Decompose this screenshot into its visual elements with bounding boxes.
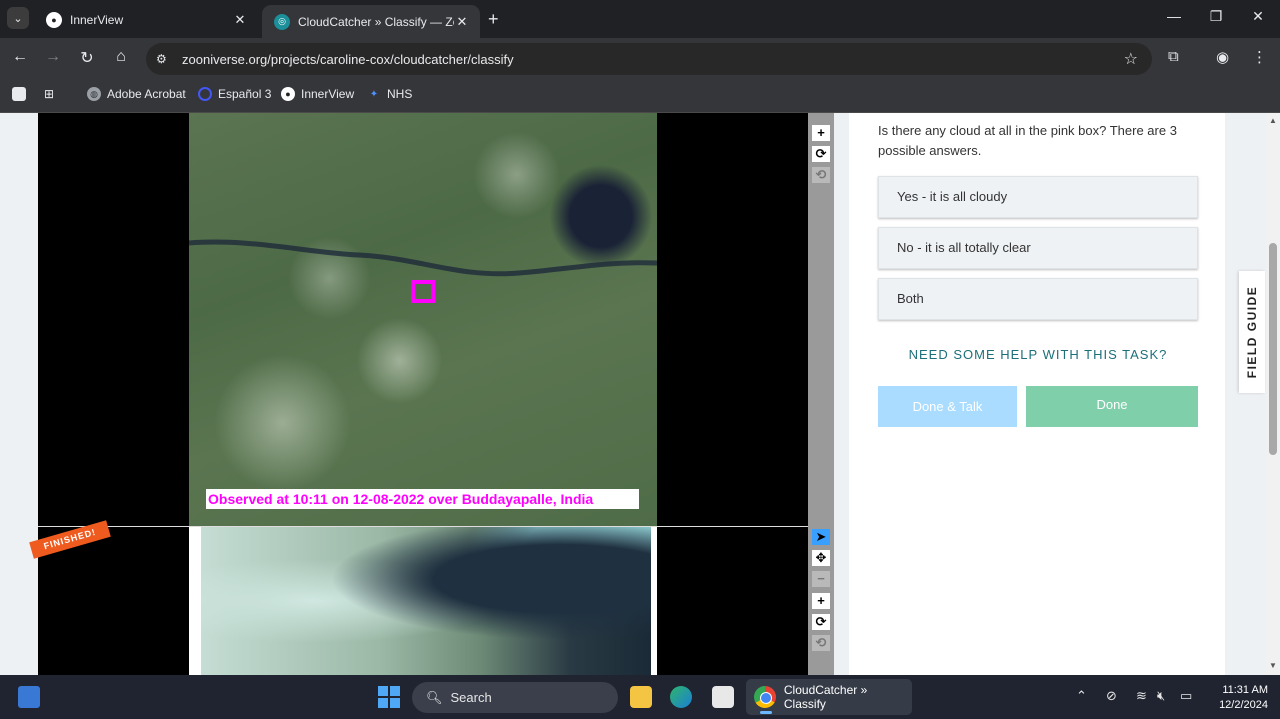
tab-title: CloudCatcher » Classify — Zooniverse [298,14,454,29]
bookmark-star-icon[interactable]: ☆ [1124,49,1138,69]
back-arrow-icon[interactable]: ← [9,48,31,66]
globe-icon: ◍ [87,87,101,101]
active-indicator [760,711,772,714]
pink-target-box [411,280,435,303]
page-content: Observed at 10:11 on 12-08-2022 over Bud… [0,113,1280,675]
scroll-up-icon[interactable]: ▲ [1269,116,1277,125]
search-label: Search [450,690,492,705]
innerview-icon: ● [46,11,62,28]
location-off-icon[interactable]: ⊘ [1106,688,1117,704]
restore-icon[interactable]: ❐ [1204,8,1228,25]
widgets-icon[interactable] [18,686,40,708]
bookmark-label: NHS [387,87,413,101]
zooniverse-icon: ◎ [274,13,290,30]
window-close-icon[interactable]: ✕ [1246,8,1270,25]
chevron-up-icon[interactable]: ⌃ [1076,688,1087,704]
help-link[interactable]: NEED SOME HELP WITH THIS TASK? [878,347,1198,362]
close-icon[interactable]: ✕ [232,12,248,28]
volume-muted-icon[interactable]: 🔇︎ [1157,688,1165,704]
bookmark-label: InnerView [301,87,355,101]
done-button[interactable]: Done [1026,386,1198,427]
tab-innerview[interactable]: ● InnerView ✕ [34,5,258,34]
address-bar[interactable]: ⚙ zooniverse.org/projects/caroline-cox/c… [146,43,1152,75]
answer-no-clear[interactable]: No - it is all totally clear [878,227,1198,269]
tab-search-button[interactable]: ⌄ [7,7,29,29]
nhs-icon: ✦ [369,88,379,100]
active-app-label: CloudCatcher » Classify [783,683,868,711]
edge-icon[interactable] [670,686,692,708]
tab-strip: ⌄ ● InnerView ✕ ◎ CloudCatcher » Classif… [0,0,1280,38]
pan-icon[interactable]: ✥ [812,550,830,566]
extensions-icon[interactable]: ⧉ [1168,48,1179,65]
apps-grid-icon[interactable]: ⊞ [42,87,62,101]
observed-label: Observed at 10:11 on 12-08-2022 over Bud… [206,489,639,509]
chevron-down-icon: ⌄ [13,12,23,25]
field-guide-tab[interactable]: FIELD GUIDE [1239,271,1265,393]
clock-time: 11:31 AM [1222,684,1268,696]
done-and-talk-button[interactable]: Done & Talk [878,386,1017,427]
zoom-in-icon[interactable]: + [812,593,830,609]
quizlet-icon [198,87,212,101]
clock-date: 12/2/2024 [1219,699,1268,711]
browser-toolbar: ← → ↻ ⌂ ⚙ zooniverse.org/projects/caroli… [0,38,1280,80]
file-explorer-icon[interactable] [630,686,652,708]
url-text[interactable]: zooniverse.org/projects/caroline-cox/clo… [182,52,1124,67]
start-windows-icon[interactable] [378,686,400,708]
field-guide-label: FIELD GUIDE [1245,285,1259,379]
tab-title: InnerView [70,12,124,27]
subject-viewer: Observed at 10:11 on 12-08-2022 over Bud… [29,113,834,675]
bookmark-label: Adobe Acrobat [107,87,186,101]
page-scrollbar[interactable]: ▲ ▼ [1266,113,1280,675]
pointer-icon[interactable]: ➤ [812,529,830,545]
bookmark-nhs[interactable]: ✦ NHS [367,87,413,101]
rotate-icon[interactable]: ⟳ [812,614,830,630]
store-icon[interactable] [712,686,734,708]
taskbar-search[interactable]: 🔍︎ Search [412,682,618,713]
scroll-down-icon[interactable]: ▼ [1269,661,1277,670]
taskbar-clock[interactable]: 11:31 AM 12/2/2024 [1204,683,1268,713]
minimize-icon[interactable]: — [1162,8,1186,24]
answer-yes-cloudy[interactable]: Yes - it is all cloudy [878,176,1198,218]
bookmark-innerview[interactable]: ● InnerView [281,87,354,101]
battery-icon[interactable]: ▭ [1180,688,1192,704]
satellite-image-next[interactable] [201,527,651,675]
scrollbar-thumb[interactable] [1269,243,1277,455]
zoom-in-icon[interactable]: + [812,125,830,141]
menu-kebab-icon[interactable]: ⋮ [1252,48,1267,66]
satellite-image-current[interactable] [189,113,657,526]
rotate-icon[interactable]: ⟳ [812,146,830,162]
chrome-icon [754,686,776,708]
reset-view-icon[interactable]: ⟲ [812,167,830,183]
bookmark-label: Español 3 [218,87,272,101]
profile-avatar[interactable]: ◉ [1216,48,1229,66]
zoom-out-icon[interactable]: − [812,571,830,587]
taskbar-chrome-app[interactable]: CloudCatcher » Classify [746,679,912,715]
task-panel: Is there any cloud at all in the pink bo… [849,113,1225,675]
site-settings-icon[interactable]: ⚙ [156,52,174,66]
search-icon: 🔍︎ [426,689,443,705]
reset-view-icon[interactable]: ⟲ [812,635,830,651]
reload-icon[interactable]: ↻ [76,48,98,68]
answer-both[interactable]: Both [878,278,1198,320]
wifi-icon[interactable]: ≋ [1136,688,1147,704]
new-tab-button[interactable]: + [488,9,499,29]
bookmark-espanol-3[interactable]: Español 3 [198,87,271,101]
innerview-icon: ● [281,87,295,101]
bookmarks-bar: ⊞ ◍ Adobe Acrobat Español 3 ● InnerView … [0,80,1280,113]
task-question: Is there any cloud at all in the pink bo… [878,123,1177,158]
close-icon[interactable]: ✕ [454,14,470,30]
windows-taskbar: 🔍︎ Search CloudCatcher » Classify ⌃ ⊘ ≋ … [0,675,1280,719]
tab-cloudcatcher[interactable]: ◎ CloudCatcher » Classify — Zooniverse ✕ [262,5,480,38]
viewer-controls: + ⟳ ⟲ ➤ ✥ − + ⟳ ⟲ [808,113,834,675]
home-icon[interactable]: ⌂ [110,48,132,66]
sidebar-toggle-icon[interactable] [12,87,32,101]
bookmark-adobe-acrobat[interactable]: ◍ Adobe Acrobat [87,87,186,101]
forward-arrow-icon[interactable]: → [42,48,64,66]
